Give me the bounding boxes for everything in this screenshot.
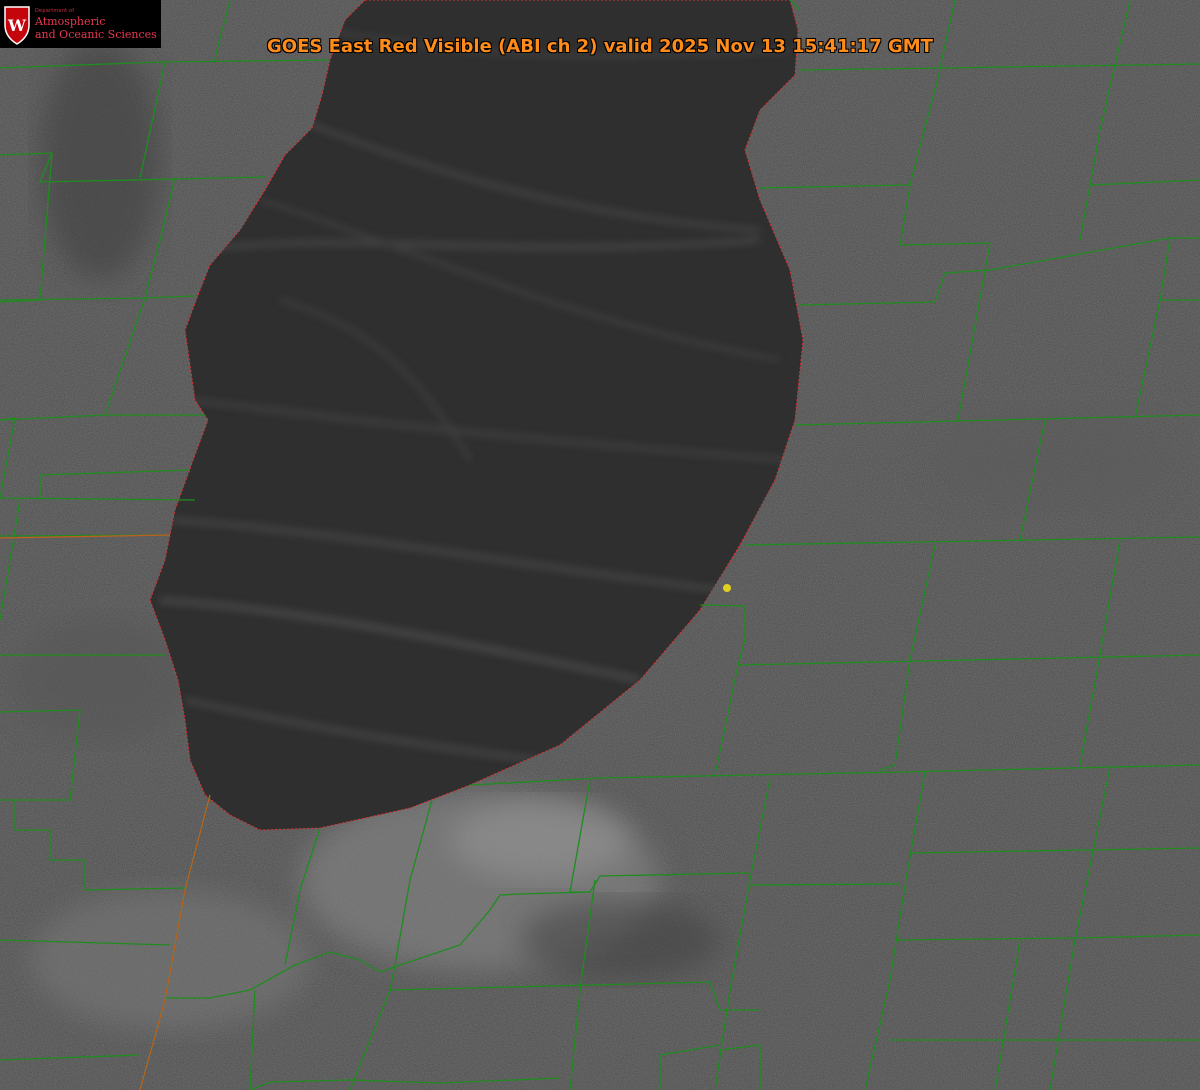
satellite-map[interactable]: [0, 0, 1200, 1090]
uw-crest-icon: W: [4, 6, 30, 45]
location-marker[interactable]: [723, 584, 731, 592]
logo-line-1: Atmospheric: [35, 15, 106, 28]
uw-aos-logo[interactable]: W Department of Atmospheric and Oceanic …: [0, 0, 161, 48]
svg-text:W: W: [7, 16, 27, 35]
logo-line-2: and Oceanic Sciences: [35, 28, 157, 41]
logo-department: Department of: [35, 8, 75, 14]
